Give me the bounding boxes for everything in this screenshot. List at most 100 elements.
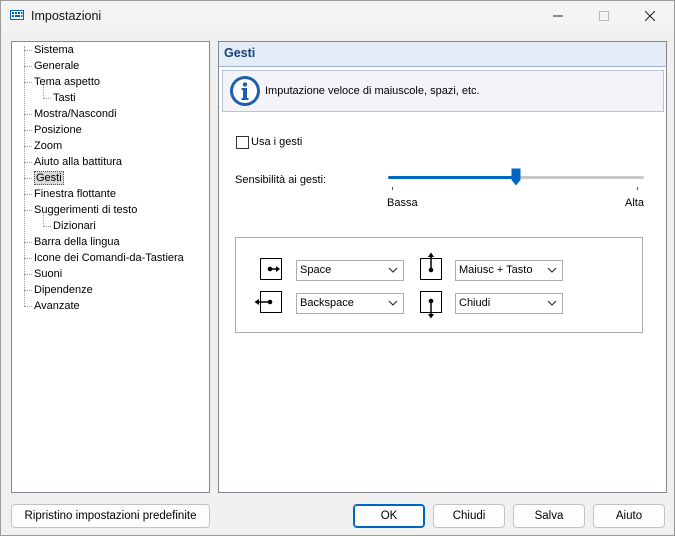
tree-guide-line: [24, 46, 25, 306]
tree-connector: [24, 82, 32, 83]
tree-item[interactable]: Avanzate: [34, 299, 80, 313]
tree-item-label: Dipendenze: [34, 284, 93, 296]
tree-item[interactable]: Generale: [34, 59, 79, 73]
swipe-right-icon: [260, 258, 282, 280]
tree-item-label: Dizionari: [53, 220, 96, 232]
tree-connector: [24, 146, 32, 147]
sensitivity-low-label: Bassa: [387, 197, 418, 209]
gesture-down-select[interactable]: Chiudi: [455, 293, 563, 314]
panel-header: Gesti: [219, 42, 666, 67]
maximize-button[interactable]: [581, 1, 627, 31]
sensitivity-label: Sensibilità ai gesti:: [235, 174, 327, 186]
window-title: Impostazioni: [31, 9, 102, 23]
save-button[interactable]: Salva: [513, 504, 585, 528]
slider-tick: [392, 187, 393, 190]
tree-item[interactable]: Dizionari: [53, 219, 96, 233]
tree-connector: [24, 66, 32, 67]
tree-guide-line: [43, 213, 44, 226]
chevron-down-icon: [547, 300, 557, 306]
tree-item[interactable]: Gesti: [34, 171, 64, 185]
tree-item-label: Posizione: [34, 124, 82, 136]
gesture-left-value: Backspace: [300, 297, 354, 309]
tree-connector: [43, 226, 51, 227]
chevron-down-icon: [547, 267, 557, 273]
tree-item-label: Avanzate: [34, 300, 80, 312]
gesture-up-value: Maiusc + Tasto: [459, 264, 533, 276]
tree-connector: [24, 210, 32, 211]
tree-item[interactable]: Icone dei Comandi-da-Tastiera: [34, 251, 184, 265]
close-icon: [645, 11, 655, 21]
info-text: Imputazione veloce di maiuscole, spazi, …: [265, 85, 480, 97]
tree-item[interactable]: Tasti: [53, 91, 76, 105]
sensitivity-slider[interactable]: [388, 168, 644, 186]
swipe-left-icon: [254, 291, 282, 313]
tree-connector: [24, 290, 32, 291]
settings-panel: Gesti Imputazione veloce di maiuscole, s…: [218, 41, 667, 493]
slider-thumb[interactable]: [511, 168, 521, 186]
tree-connector: [24, 178, 32, 179]
minimize-button[interactable]: [535, 1, 581, 31]
help-button[interactable]: Aiuto: [593, 504, 665, 528]
tree-item-label: Icone dei Comandi-da-Tastiera: [34, 252, 184, 264]
use-gestures-label[interactable]: Usa i gesti: [251, 136, 302, 148]
slider-fill: [388, 176, 516, 179]
swipe-down-icon: [420, 291, 442, 319]
tree-connector: [24, 194, 32, 195]
tree-connector: [24, 258, 32, 259]
tree-item[interactable]: Suoni: [34, 267, 62, 281]
tree-item[interactable]: Dipendenze: [34, 283, 93, 297]
tree-item-label: Tasti: [53, 92, 76, 104]
chevron-down-icon: [388, 267, 398, 273]
tree-item-label: Mostra/Nascondi: [34, 108, 117, 120]
ok-button[interactable]: OK: [353, 504, 425, 528]
tree-item[interactable]: Zoom: [34, 139, 62, 153]
tree-item[interactable]: Aiuto alla battitura: [34, 155, 122, 169]
tree-item[interactable]: Suggerimenti di testo: [34, 203, 137, 217]
tree-connector: [24, 274, 32, 275]
tree-item[interactable]: Sistema: [34, 43, 74, 57]
tree-connector: [24, 242, 32, 243]
gesture-right-select[interactable]: Space: [296, 260, 404, 281]
minimize-icon: [553, 15, 563, 17]
use-gestures-checkbox[interactable]: [236, 136, 249, 149]
tree-item[interactable]: Finestra flottante: [34, 187, 116, 201]
tree-item[interactable]: Posizione: [34, 123, 82, 137]
tree-connector: [43, 98, 51, 99]
tree-connector: [24, 114, 32, 115]
sensitivity-high-label: Alta: [625, 197, 644, 209]
tree-item-label: Sistema: [34, 44, 74, 56]
gesture-up-select[interactable]: Maiusc + Tasto: [455, 260, 563, 281]
tree-item-label: Barra della lingua: [34, 236, 120, 248]
tree-connector: [24, 130, 32, 131]
reset-defaults-button[interactable]: Ripristino impostazioni predefinite: [11, 504, 210, 528]
gesture-mapping-group: Space Maiusc + Tasto Backspace Chiudi: [235, 237, 643, 333]
tree-item-label: Finestra flottante: [34, 188, 116, 200]
tree-item-label: Gesti: [34, 171, 64, 185]
tree-item-label: Suggerimenti di testo: [34, 204, 138, 216]
tree-connector: [24, 50, 32, 51]
tree-connector: [24, 162, 32, 163]
tree-guide-line: [43, 85, 44, 98]
tree-item-label: Suoni: [34, 268, 63, 280]
tree-item-label: Generale: [34, 60, 80, 72]
tree-item[interactable]: Barra della lingua: [34, 235, 120, 249]
title-bar[interactable]: Impostazioni: [1, 1, 674, 31]
slider-tick: [637, 187, 638, 190]
info-icon: [230, 76, 260, 106]
gesture-right-value: Space: [300, 264, 332, 276]
tree-connector: [24, 306, 32, 307]
settings-tree[interactable]: Sistema Generale Tema aspetto Tasti Mostra/N…: [11, 41, 210, 493]
tree-item[interactable]: Mostra/Nascondi: [34, 107, 117, 121]
chevron-down-icon: [388, 300, 398, 306]
maximize-icon: [599, 11, 609, 21]
swipe-up-icon: [420, 252, 442, 280]
tree-item-label: Aiuto alla battitura: [34, 156, 123, 168]
panel-title: Gesti: [224, 46, 256, 60]
close-dialog-button[interactable]: Chiudi: [433, 504, 505, 528]
settings-window: Impostazioni Sistema Generale Tema aspetto…: [0, 0, 675, 536]
gesture-left-select[interactable]: Backspace: [296, 293, 404, 314]
info-banner: Imputazione veloce di maiuscole, spazi, …: [222, 70, 664, 112]
gesture-down-value: Chiudi: [459, 297, 491, 309]
tree-item-label: Zoom: [34, 140, 63, 152]
close-button[interactable]: [627, 1, 673, 31]
